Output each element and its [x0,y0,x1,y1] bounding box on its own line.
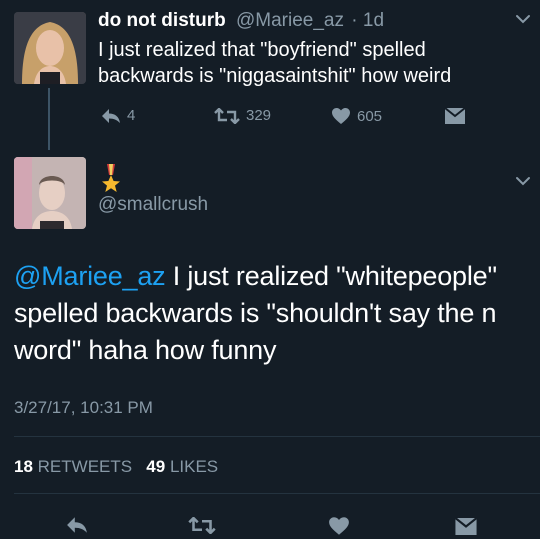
tweet-age: · 1d [351,10,385,31]
direct-message-icon[interactable] [454,517,478,536]
tweet-text: I just realized that "boyfriend" spelled… [98,39,452,87]
chevron-down-icon[interactable] [514,10,532,28]
heart-icon [332,108,350,124]
avatar-smallcrush[interactable] [14,157,86,229]
engagement-stats: 18 RETWEETS 49 LIKES [14,457,218,477]
reply-icon [102,108,120,123]
retweets-count[interactable]: 18 [14,457,33,476]
tweet-handle[interactable]: @Mariee_az [236,10,344,31]
reply-button[interactable]: 4 [101,107,135,124]
retweet-count: 329 [246,107,272,124]
reply-actions [0,512,540,538]
divider [14,436,540,437]
direct-message-icon [444,107,466,124]
likes-label[interactable]: LIKES [170,457,218,476]
display-name[interactable]: do not disturb [98,10,226,31]
reply-handle[interactable]: @smallcrush [98,194,208,216]
retweets-label[interactable]: RETWEETS [38,457,132,476]
reply-timestamp: 3/27/17, 10:31 PM [14,398,153,417]
retweet-button[interactable]: 329 [214,107,271,124]
mention-link[interactable]: @Mariee_az [14,261,166,291]
reply-icon[interactable] [66,516,88,534]
like-button[interactable]: 605 [331,107,382,125]
reply-text: @Mariee_az I just realized "whitepeople"… [14,258,524,369]
heart-icon[interactable] [328,516,350,536]
likes-count[interactable]: 49 [146,457,165,476]
retweet-icon [214,107,240,124]
retweet-icon[interactable] [188,517,216,534]
avatar-mariee[interactable] [14,12,86,84]
like-count: 605 [357,107,383,125]
direct-message-button[interactable] [444,107,466,125]
medal-emoji-icon [102,164,120,192]
chevron-down-icon[interactable] [514,172,532,190]
divider [14,493,540,494]
reply-count: 4 [127,107,136,124]
tweet-actions: 4 329 605 [0,105,540,127]
tweet-header: do not disturb @Mariee_az · 1d [98,10,384,32]
